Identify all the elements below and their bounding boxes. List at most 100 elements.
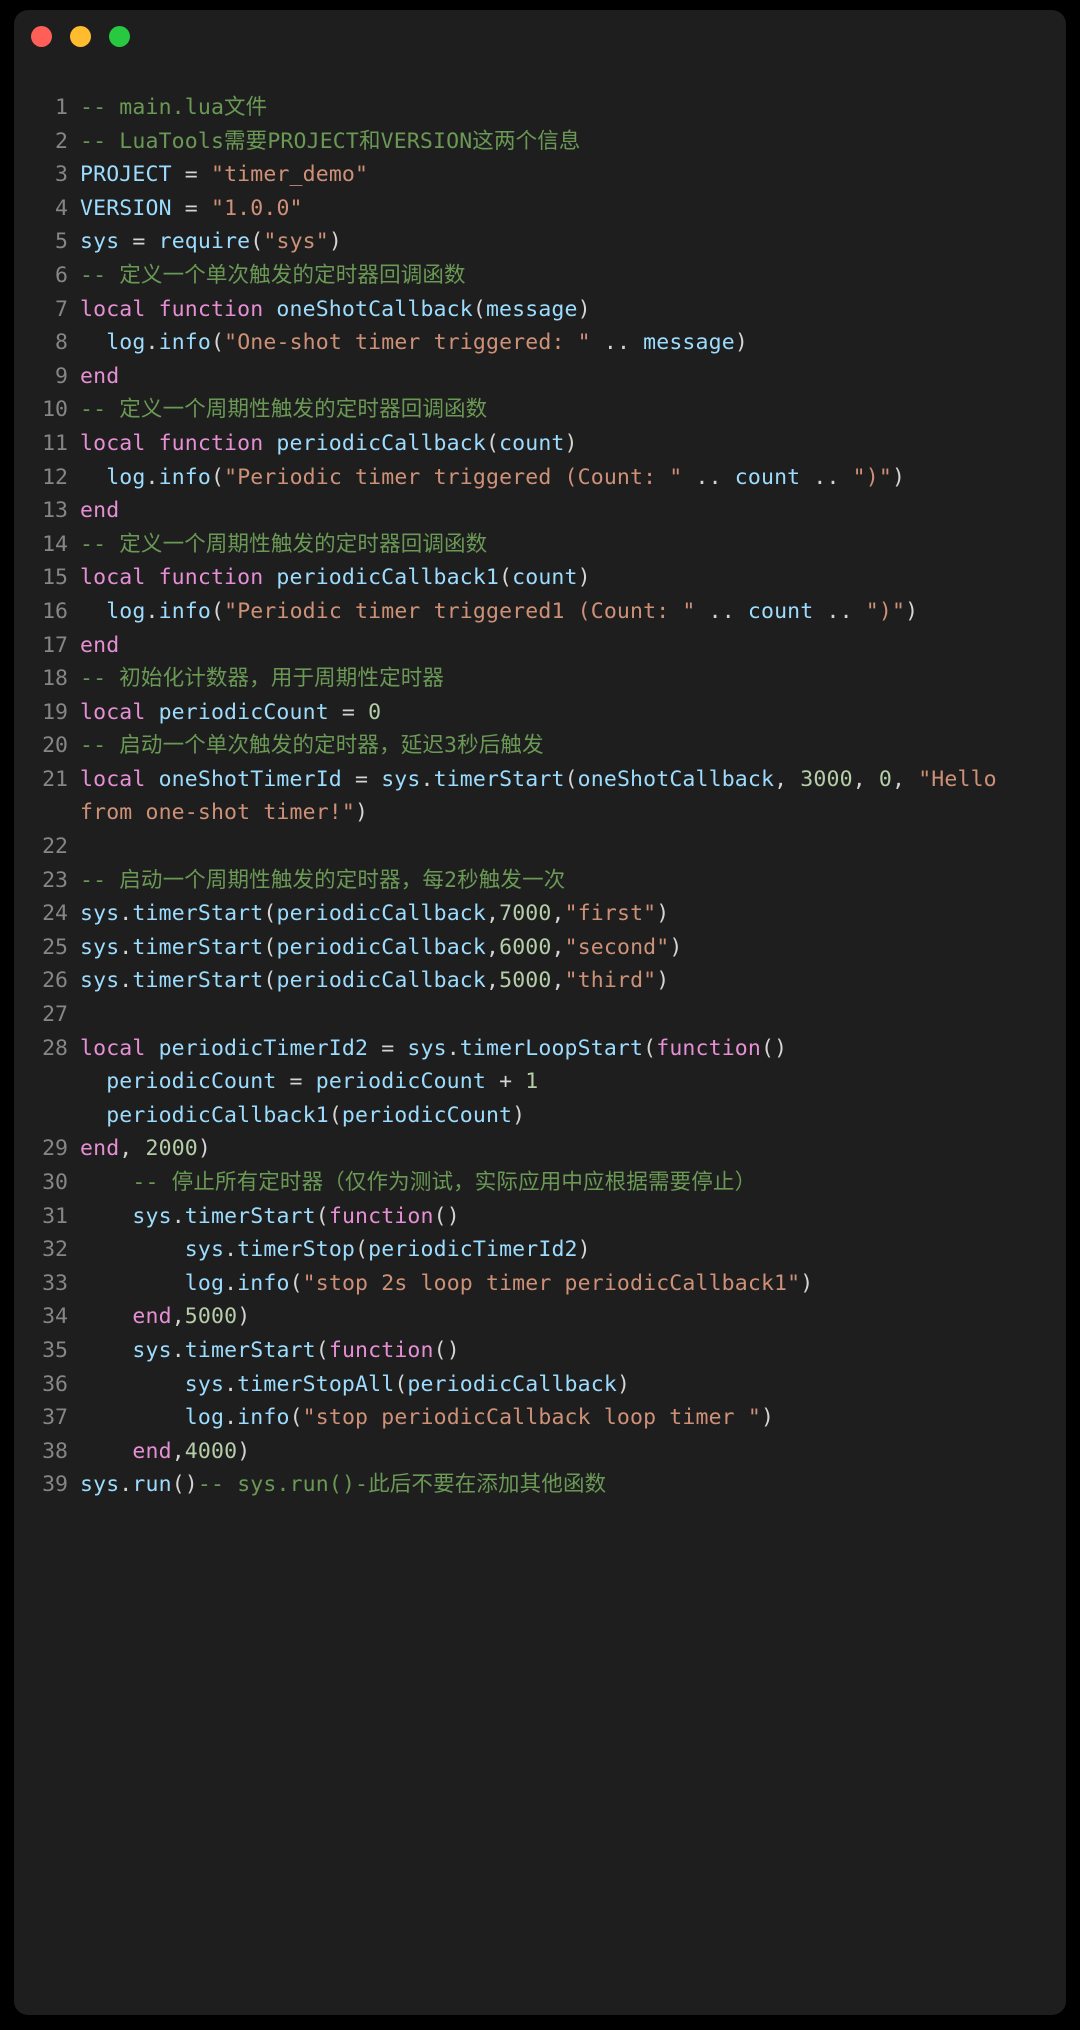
code-line-content[interactable]: end,5000) (80, 1300, 1056, 1334)
code-line-content[interactable]: VERSION = "1.0.0" (80, 192, 1056, 226)
code-token-ident: sys (184, 1371, 225, 1397)
code-line-content[interactable]: sys.run()-- sys.run()-此后不要在添加其他函数 (80, 1468, 1056, 1502)
code-token-plain: ) (577, 565, 591, 591)
code-line: 35 sys.timerStart(function() (14, 1334, 1056, 1368)
code-line: 36 sys.timerStopAll(periodicCallback) (14, 1368, 1056, 1402)
code-line-content[interactable] (80, 830, 1056, 864)
code-token-plain: ( (263, 901, 277, 927)
code-token-keyword: local (80, 1035, 159, 1061)
code-token-ident: count (512, 565, 578, 591)
line-number: 2 (55, 128, 68, 154)
code-line-content[interactable]: sys.timerStart(periodicCallback,6000,"se… (80, 931, 1056, 965)
code-line-content[interactable]: -- 启动一个周期性触发的定时器，每2秒触发一次 (80, 864, 1056, 898)
code-line-content[interactable]: log.info("Periodic timer triggered1 (Cou… (80, 595, 1056, 629)
code-token-plain: ( (564, 766, 578, 792)
code-line-content[interactable]: sys.timerStart(function() (80, 1200, 1056, 1234)
code-line-content[interactable]: -- 定义一个周期性触发的定时器回调函数 (80, 528, 1056, 562)
close-window-button[interactable] (31, 25, 52, 47)
code-token-plain: , (892, 766, 919, 792)
code-token-string: ")" (865, 598, 906, 624)
line-number: 5 (55, 229, 68, 255)
code-line-content[interactable]: -- 停止所有定时器（仅作为测试，实际应用中应根据需要停止） (80, 1166, 1056, 1200)
code-line-content[interactable]: log.info("stop periodicCallback loop tim… (80, 1401, 1056, 1435)
code-token-plain: . (224, 1237, 238, 1263)
code-token-plain: . (119, 1472, 133, 1498)
line-number: 24 (42, 901, 68, 927)
code-token-plain: ) (656, 968, 670, 994)
code-token-number: 3000 (800, 766, 853, 792)
code-token-plain: ( (263, 934, 277, 960)
code-line-content[interactable]: end,4000) (80, 1435, 1056, 1469)
code-token-ident: timerStart (184, 1337, 316, 1363)
code-line-content[interactable]: sys.timerStopAll(periodicCallback) (80, 1368, 1056, 1402)
code-token-plain: ( (211, 330, 225, 356)
code-token-ident: timerStop (237, 1237, 356, 1263)
code-token-comment: -- sys.run()-此后不要在添加其他函数 (197, 1472, 607, 1498)
code-line: 25 sys.timerStart(periodicCallback,6000,"… (14, 931, 1056, 965)
code-token-plain: . (119, 934, 133, 960)
code-line: 16 log.info("Periodic timer triggered1 (… (14, 595, 1056, 629)
code-line-content[interactable]: end (80, 494, 1056, 528)
maximize-window-button[interactable] (109, 25, 130, 47)
code-token-plain: ( (485, 430, 500, 456)
code-line-content[interactable]: -- 初始化计数器，用于周期性定时器 (80, 662, 1056, 696)
code-line-content[interactable]: -- main.lua文件 (80, 91, 1056, 125)
code-line-content[interactable]: sys.timerStart(periodicCallback,7000,"fi… (80, 897, 1056, 931)
code-line-content[interactable]: sys.timerStop(periodicTimerId2) (80, 1233, 1056, 1267)
code-line-content[interactable] (80, 998, 1056, 1032)
code-line: 8 log.info("One-shot timer triggered: " … (14, 326, 1056, 360)
code-token-plain: = (328, 699, 369, 725)
code-line-content[interactable]: local function oneShotCallback(message) (80, 293, 1056, 327)
code-token-ident: timerLoopStart (459, 1035, 644, 1061)
code-line-content[interactable]: end, 2000) (80, 1132, 1056, 1166)
code-line-content[interactable]: sys.timerStart(function() (80, 1334, 1056, 1368)
code-line-content[interactable]: log.info("One-shot timer triggered: " ..… (80, 326, 1056, 360)
code-token-plain: ( (263, 968, 277, 994)
line-number: 16 (42, 598, 68, 624)
minimize-window-button[interactable] (70, 25, 91, 47)
code-line-content[interactable]: local oneShotTimerId = sys.timerStart(on… (80, 763, 1056, 830)
code-line-content[interactable]: sys = require("sys") (80, 225, 1056, 259)
code-line-content[interactable]: -- 启动一个单次触发的定时器，延迟3秒后触发 (80, 729, 1056, 763)
code-token-ident: periodicTimerId2 (368, 1237, 578, 1263)
code-line-content[interactable]: -- 定义一个单次触发的定时器回调函数 (80, 259, 1056, 293)
code-line: 2 -- LuaTools需要PROJECT和VERSION这两个信息 (14, 125, 1056, 159)
code-token-plain: ) (328, 229, 342, 255)
code-line: 15 local function periodicCallback1(count… (14, 561, 1056, 595)
code-line: 1 -- main.lua文件 (14, 91, 1056, 125)
code-token-ident: require (158, 229, 251, 255)
code-line-content[interactable]: end (80, 360, 1056, 394)
code-editor[interactable]: 1 -- main.lua文件 2 -- LuaTools需要PROJECT和VERS… (14, 62, 1066, 1502)
line-number: 14 (42, 531, 68, 557)
code-line-content[interactable]: local periodicTimerId2 = sys.timerLoopSt… (80, 1032, 1056, 1133)
code-line-content[interactable]: end (80, 629, 1056, 663)
code-token-plain: = (368, 1035, 408, 1061)
code-line-content[interactable]: -- 定义一个周期性触发的定时器回调函数 (80, 393, 1056, 427)
code-token-plain: ) (656, 901, 670, 927)
code-line-content[interactable]: log.info("stop 2s loop timer periodicCal… (80, 1267, 1056, 1301)
code-line-content[interactable]: local periodicCount = 0 (80, 696, 1056, 730)
code-line-content[interactable]: local function periodicCallback(count) (80, 427, 1056, 461)
code-token-plain: ( (328, 1102, 342, 1128)
line-number: 28 (42, 1035, 68, 1061)
code-token-plain: ) (891, 464, 906, 490)
code-line-content[interactable]: -- LuaTools需要PROJECT和VERSION这两个信息 (80, 125, 1056, 159)
code-token-keyword: function (656, 1035, 761, 1061)
code-token-number: 2000 (145, 1136, 198, 1162)
code-line: 29 end, 2000) (14, 1132, 1056, 1166)
code-line-content[interactable]: local function periodicCallback1(count) (80, 561, 1056, 595)
code-token-plain: . (171, 1203, 185, 1229)
window-titlebar (14, 10, 1066, 62)
code-line-content[interactable]: PROJECT = "timer_demo" (80, 158, 1056, 192)
code-line: 10 -- 定义一个周期性触发的定时器回调函数 (14, 393, 1056, 427)
code-token-plain: .. (695, 598, 748, 624)
code-line-content[interactable]: sys.timerStart(periodicCallback,5000,"th… (80, 964, 1056, 998)
code-token-plain: ) (760, 1405, 775, 1431)
code-token-plain: . (145, 598, 159, 624)
code-line-content[interactable]: log.info("Periodic timer triggered (Coun… (80, 461, 1056, 495)
